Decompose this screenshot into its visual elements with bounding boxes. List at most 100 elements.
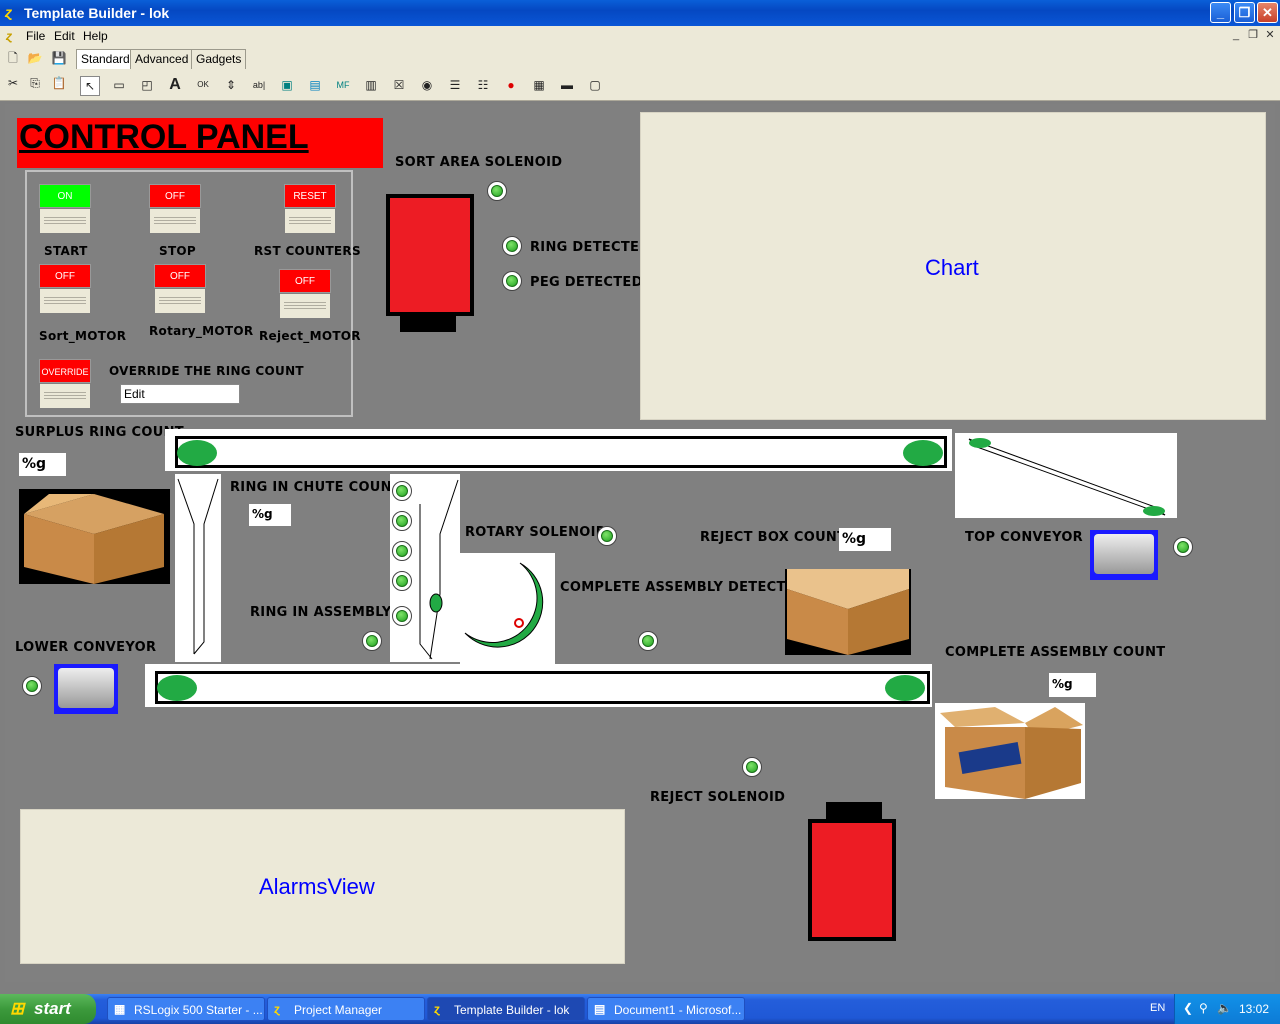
volume-icon[interactable]: 🔈 bbox=[1217, 1001, 1232, 1015]
tab-standard[interactable]: Standard bbox=[76, 49, 135, 69]
reset-state: RESET bbox=[284, 184, 336, 208]
network-icon[interactable]: ⚲ bbox=[1199, 1001, 1208, 1015]
reject-box-count-value: %g bbox=[839, 528, 891, 551]
maximize-button[interactable]: ❐ bbox=[1234, 2, 1255, 23]
complete-assembly-count-value: %g bbox=[1049, 673, 1096, 697]
paste-icon[interactable]: 📋 bbox=[50, 74, 68, 92]
upper-conveyor bbox=[165, 429, 952, 471]
chart-label: Chart bbox=[925, 255, 979, 280]
tab-gadgets[interactable]: Gadgets bbox=[191, 49, 247, 69]
copy-icon[interactable]: ⎘ bbox=[26, 74, 44, 92]
window-title: Template Builder - lok bbox=[24, 5, 170, 21]
reject-solenoid-indicator bbox=[742, 757, 762, 777]
rotary-motor-button[interactable]: OFF bbox=[154, 264, 206, 314]
open-folder-icon[interactable]: 📂 bbox=[26, 49, 44, 67]
minimize-button[interactable]: _ bbox=[1210, 2, 1231, 23]
radio-tool-icon[interactable]: ◉ bbox=[418, 76, 436, 94]
alarms-view-panel[interactable]: AlarmsView bbox=[20, 809, 625, 964]
reject-solenoid-label: REJECT SOLENOID bbox=[650, 790, 786, 805]
indicator-tool-icon[interactable]: ● bbox=[502, 76, 520, 94]
back-arrow-icon[interactable]: ❮ bbox=[1183, 1001, 1193, 1015]
start-button-os[interactable]: ⊞ start bbox=[0, 994, 96, 1024]
surplus-ring-count-value: %g bbox=[19, 453, 66, 476]
spin-tool-icon[interactable]: ⇕ bbox=[222, 76, 240, 94]
word-icon: ▤ bbox=[594, 1002, 606, 1016]
gauge-tool-icon[interactable]: ▥ bbox=[362, 76, 380, 94]
combo-tool-icon[interactable]: ☷ bbox=[474, 76, 492, 94]
doc-restore-button[interactable]: ❐ bbox=[1245, 28, 1261, 42]
taskbar: ⊞ start ▦ RSLogix 500 Starter - ... ɀ Pr… bbox=[0, 994, 1280, 1024]
rotary-table bbox=[460, 553, 555, 664]
doc-icon: ɀ bbox=[6, 29, 12, 43]
pointer-tool-icon[interactable]: ↖ bbox=[80, 76, 100, 96]
list-tool-icon[interactable]: ☰ bbox=[446, 76, 464, 94]
checkbox-tool-icon[interactable]: ☒ bbox=[390, 76, 408, 94]
motor-icon bbox=[58, 668, 114, 708]
panel-tool-icon[interactable]: ◰ bbox=[138, 76, 156, 94]
doc-close-button[interactable]: ✕ bbox=[1262, 28, 1278, 42]
textbox-tool-icon[interactable]: ab| bbox=[250, 76, 268, 94]
trend-tool-icon[interactable]: ▦ bbox=[530, 76, 548, 94]
rotary-motor-label: Rotary_MOTOR bbox=[149, 324, 254, 338]
ring-detected-indicator bbox=[502, 236, 522, 256]
doc-minimize-button[interactable]: _ bbox=[1228, 28, 1244, 42]
multistate-tool-icon[interactable]: MF bbox=[334, 76, 352, 94]
toolbar-tools: ✂ ⎘ 📋 ↖ ▭ ◰ A OK ⇕ ab| ▣ ▤ MF ▥ ☒ ◉ ☰ ☷ … bbox=[0, 72, 1280, 101]
top-conveyor bbox=[955, 433, 1177, 518]
chute-sensor-1-indicator bbox=[392, 481, 412, 501]
alarms-view-label: AlarmsView bbox=[259, 874, 375, 899]
button-tool-icon[interactable]: OK bbox=[194, 76, 212, 94]
task-template-builder[interactable]: ɀ Template Builder - lok bbox=[427, 997, 585, 1021]
task-document1[interactable]: ▤ Document1 - Microsof... bbox=[587, 997, 745, 1021]
chart-panel[interactable]: Chart bbox=[640, 112, 1266, 420]
complete-assembly-count-label: COMPLETE ASSEMBLY COUNT bbox=[945, 645, 1166, 660]
chute-sensor-2-indicator bbox=[392, 511, 412, 531]
task-project-manager[interactable]: ɀ Project Manager bbox=[267, 997, 425, 1021]
close-button[interactable]: ✕ bbox=[1257, 2, 1278, 23]
rslogix-icon: ▦ bbox=[114, 1002, 126, 1016]
new-file-icon[interactable]: 🗋 bbox=[4, 49, 22, 67]
slider-tool-icon[interactable]: ▬ bbox=[558, 76, 576, 94]
language-indicator[interactable]: EN bbox=[1150, 1002, 1165, 1014]
ring-detected-label: RING DETECTED bbox=[530, 240, 651, 255]
reject-motor-button[interactable]: OFF bbox=[279, 269, 331, 319]
windows-logo-icon: ⊞ bbox=[10, 999, 25, 1018]
toolbar-main: 🗋 📂 💾 Standard Advanced Gadgets bbox=[0, 46, 1280, 73]
sort-motor-button[interactable]: OFF bbox=[39, 264, 91, 314]
task-label: RSLogix 500 Starter - ... bbox=[134, 1003, 263, 1017]
left-chute bbox=[175, 474, 221, 662]
top-conveyor-graphic bbox=[968, 438, 1166, 516]
cardboard-box-icon bbox=[24, 494, 164, 584]
cut-icon[interactable]: ✂ bbox=[4, 74, 22, 92]
right-chute bbox=[390, 474, 460, 662]
text-tool-icon[interactable]: A bbox=[166, 76, 184, 94]
menu-file[interactable]: File bbox=[26, 29, 45, 43]
reset-label: RST COUNTERS bbox=[254, 244, 361, 258]
alarm-tool-icon[interactable]: ▢ bbox=[586, 76, 604, 94]
menu-help[interactable]: Help bbox=[83, 29, 108, 43]
save-icon[interactable]: 💾 bbox=[50, 49, 68, 67]
task-label: Template Builder - lok bbox=[454, 1003, 570, 1017]
sort-area-solenoid-plunger bbox=[400, 314, 456, 332]
sort-area-solenoid-indicator bbox=[487, 181, 507, 201]
rotary-motor-state: OFF bbox=[154, 264, 206, 288]
rectangle-tool-icon[interactable]: ▭ bbox=[110, 76, 128, 94]
stop-button[interactable]: OFF bbox=[149, 184, 201, 234]
cardboard-box-icon bbox=[787, 569, 909, 655]
start-label: START bbox=[44, 244, 88, 258]
complete-assembly-detected-label: COMPLETE ASSEMBLY DETECTED bbox=[560, 580, 806, 595]
reset-button[interactable]: RESET bbox=[284, 184, 336, 234]
override-button[interactable]: OVERRIDE bbox=[39, 359, 91, 409]
chute-sensor-4-indicator bbox=[392, 571, 412, 591]
project-manager-icon: ɀ bbox=[274, 1002, 280, 1016]
start-button[interactable]: ON bbox=[39, 184, 91, 234]
image-tool-icon[interactable]: ▣ bbox=[278, 76, 296, 94]
task-rslogix[interactable]: ▦ RSLogix 500 Starter - ... bbox=[107, 997, 265, 1021]
clock[interactable]: 13:02 bbox=[1239, 1002, 1269, 1016]
menu-edit[interactable]: Edit bbox=[54, 29, 75, 43]
reject-box bbox=[785, 569, 911, 655]
override-count-field[interactable]: Edit bbox=[120, 384, 240, 404]
tab-advanced[interactable]: Advanced bbox=[130, 49, 194, 69]
peg-detected-indicator bbox=[502, 271, 522, 291]
picture-tool-icon[interactable]: ▤ bbox=[306, 76, 324, 94]
